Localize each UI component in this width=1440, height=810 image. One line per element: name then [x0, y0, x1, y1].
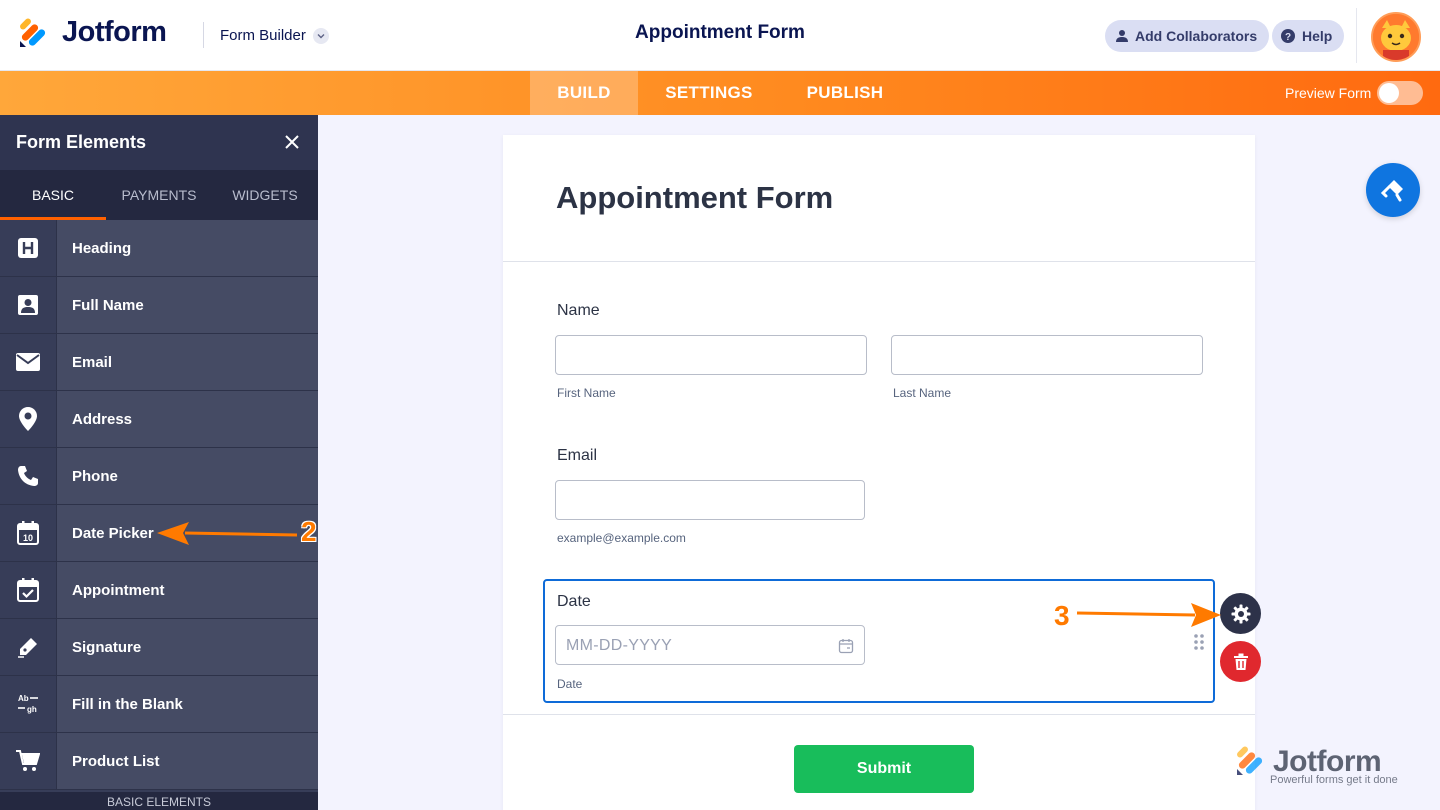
- svg-text:Ab: Ab: [18, 694, 29, 703]
- preview-form-toggle[interactable]: [1377, 81, 1423, 105]
- panel-tabs: BASIC PAYMENTS WIDGETS: [0, 170, 318, 220]
- avatar-image: [1373, 14, 1419, 60]
- top-header: Jotform Form Builder Appointment Form Ad…: [0, 0, 1440, 71]
- date-sublabel: Date: [557, 677, 583, 691]
- field-properties-button[interactable]: [1220, 593, 1261, 634]
- tab-publish[interactable]: PUBLISH: [790, 71, 900, 115]
- panel-title: Form Elements: [16, 132, 147, 152]
- sidebar-item-label: Address: [72, 410, 133, 428]
- avatar[interactable]: [1371, 12, 1421, 62]
- sidebar-item-label: Heading: [72, 239, 132, 257]
- sidebar-item-email[interactable]: Email: [0, 334, 318, 391]
- sidebar-item-phone[interactable]: Phone: [0, 448, 318, 505]
- panel-section-footer: BASIC ELEMENTS: [0, 792, 318, 810]
- first-name-sublabel: First Name: [557, 386, 616, 400]
- brand-name: Jotform: [62, 16, 167, 48]
- help-icon: ?: [1281, 29, 1295, 43]
- header-divider-right: [1356, 8, 1357, 63]
- form-builder-label: Form Builder: [220, 27, 306, 44]
- envelope-icon: [16, 353, 40, 371]
- header-divider: [203, 22, 204, 48]
- calendar-icon: 10: [17, 521, 39, 545]
- close-icon[interactable]: [282, 132, 302, 152]
- trash-icon: [1233, 653, 1248, 670]
- sidebar-item-label: Full Name: [72, 296, 144, 314]
- sidebar-item-label: Product List: [72, 752, 160, 770]
- sidebar-item-label: Appointment: [72, 581, 165, 599]
- help-button[interactable]: ? Help: [1272, 20, 1345, 52]
- panel-header: Form Elements: [0, 115, 318, 170]
- tab-settings[interactable]: SETTINGS: [648, 71, 770, 115]
- tab-basic[interactable]: BASIC: [0, 170, 106, 220]
- calendar-check-icon: [17, 578, 39, 602]
- map-pin-icon: [19, 407, 37, 431]
- toggle-knob: [1379, 83, 1399, 103]
- svg-text:10: 10: [23, 533, 33, 543]
- form-elements-panel: Form Elements BASIC PAYMENTS WIDGETS Hea…: [0, 115, 318, 810]
- last-name-sublabel: Last Name: [893, 386, 952, 400]
- step-3-label: 3: [1054, 600, 1070, 631]
- calendar-icon[interactable]: [838, 638, 854, 654]
- first-name-input[interactable]: [555, 335, 867, 375]
- form-designer-button[interactable]: [1366, 163, 1420, 217]
- email-field[interactable]: [555, 480, 865, 520]
- user-icon: [1116, 30, 1128, 42]
- sidebar-item-label: Fill in the Blank: [72, 695, 183, 713]
- form-divider: [503, 261, 1255, 262]
- form-card: Appointment Form Name First Name Last Na…: [503, 135, 1255, 810]
- submit-button[interactable]: Submit: [794, 745, 974, 793]
- jotform-watermark: Jotform Powerful forms get it done: [1235, 745, 1398, 786]
- preview-form-label: Preview Form: [1285, 85, 1372, 101]
- tab-build[interactable]: BUILD: [530, 71, 638, 115]
- last-name-input[interactable]: [891, 335, 1203, 375]
- date-input[interactable]: MM-DD-YYYY: [555, 625, 865, 665]
- watermark-tagline: Powerful forms get it done: [1270, 774, 1398, 786]
- jotform-logo[interactable]: Jotform: [18, 16, 167, 49]
- date-field-selected[interactable]: Date MM-DD-YYYY Date: [543, 579, 1215, 703]
- email-label[interactable]: Email: [557, 447, 597, 465]
- svg-text:gh: gh: [27, 705, 37, 714]
- svg-text:?: ?: [1285, 32, 1291, 43]
- chevron-down-icon: [312, 27, 329, 44]
- sidebar-item-address[interactable]: Address: [0, 391, 318, 448]
- form-divider-bottom: [503, 714, 1255, 715]
- sidebar-item-fill-in-the-blank[interactable]: Ab gh Fill in the Blank: [0, 676, 318, 733]
- tab-widgets[interactable]: WIDGETS: [212, 170, 318, 220]
- cart-icon: [16, 750, 40, 771]
- step-2-arrow: [157, 522, 298, 545]
- sidebar-item-full-name[interactable]: Full Name: [0, 277, 318, 334]
- sidebar-item-label: Signature: [72, 638, 142, 656]
- add-collaborators-button[interactable]: Add Collaborators: [1105, 20, 1270, 52]
- phone-icon: [18, 466, 38, 486]
- user-icon: [18, 295, 38, 315]
- form-builder-dropdown[interactable]: Form Builder: [220, 27, 329, 44]
- help-label: Help: [1302, 28, 1333, 44]
- step-3-arrow: [1076, 603, 1221, 627]
- tab-payments[interactable]: PAYMENTS: [106, 170, 212, 220]
- paint-roller-icon: [1380, 180, 1403, 202]
- jotform-logo-icon: [20, 18, 46, 47]
- gear-icon: [1231, 604, 1250, 623]
- delete-field-button[interactable]: [1220, 641, 1261, 682]
- form-title[interactable]: Appointment Form: [556, 180, 833, 216]
- builder-nav: BUILD SETTINGS PUBLISH Preview Form: [0, 71, 1440, 115]
- jotform-logo-icon: [1237, 746, 1263, 775]
- email-sublabel: example@example.com: [557, 531, 686, 545]
- date-label[interactable]: Date: [557, 593, 591, 611]
- sidebar-item-label: Email: [72, 353, 113, 371]
- add-collaborators-label: Add Collaborators: [1135, 28, 1258, 44]
- sidebar-item-label: Phone: [72, 467, 118, 485]
- sidebar-item-heading[interactable]: Heading: [0, 220, 318, 277]
- pen-icon: [18, 638, 37, 658]
- sidebar-item-signature[interactable]: Signature: [0, 619, 318, 676]
- sidebar-item-appointment[interactable]: Appointment: [0, 562, 318, 619]
- name-label[interactable]: Name: [557, 302, 600, 320]
- step-2-label: 2: [301, 516, 317, 547]
- drag-handle-icon[interactable]: [1194, 634, 1204, 650]
- sidebar-item-label: Date Picker: [72, 524, 154, 542]
- sidebar-item-product-list[interactable]: Product List: [0, 733, 318, 790]
- date-placeholder: MM-DD-YYYY: [566, 637, 673, 654]
- fill-blank-icon: Ab gh: [18, 694, 38, 714]
- heading-icon: [18, 238, 38, 258]
